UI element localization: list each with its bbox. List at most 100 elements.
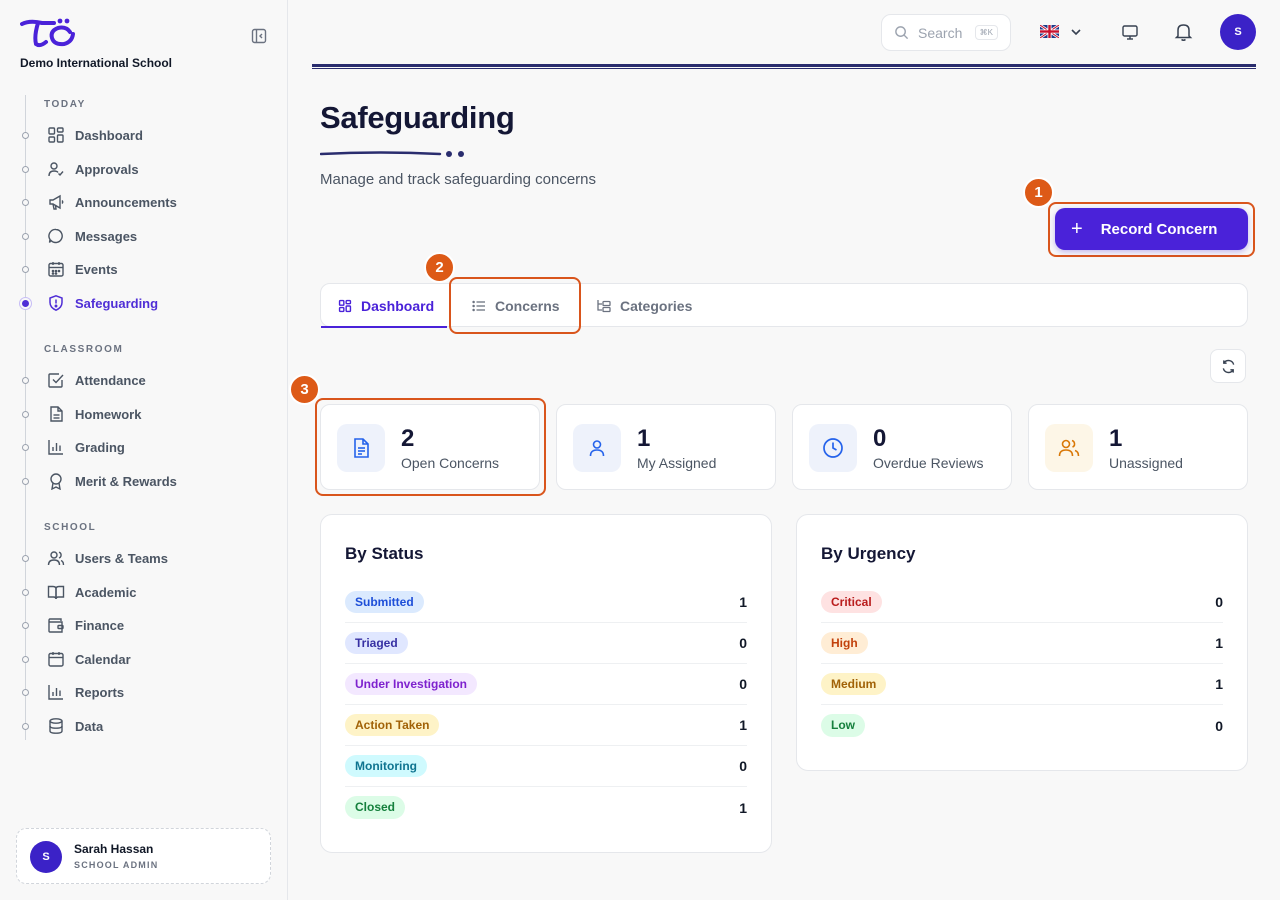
panel-title: By Urgency — [821, 544, 916, 563]
search-placeholder: Search — [918, 24, 963, 41]
status-badge: Triaged — [345, 631, 408, 655]
user-role: SCHOOL ADMIN — [74, 860, 159, 870]
user-icon — [589, 440, 605, 457]
sidebar-item-announcements[interactable]: Announcements — [47, 189, 267, 215]
stat-card-my-assigned[interactable]: 1 My Assigned — [556, 404, 776, 490]
file-text-icon — [47, 405, 65, 423]
chevron-down-icon[interactable] — [1070, 26, 1082, 38]
sidebar-item-calendar[interactable]: Calendar — [47, 646, 267, 672]
database-icon — [47, 717, 65, 735]
sidebar-item-reports[interactable]: Reports — [47, 679, 267, 705]
search-input[interactable]: Search ⌘K — [881, 14, 1011, 51]
sidebar-item-label: Academic — [75, 584, 137, 600]
message-circle-icon — [47, 227, 65, 245]
stat-card-unassigned[interactable]: 1 Unassigned — [1028, 404, 1248, 490]
breakdown-row: Under Investigation 0 — [345, 664, 747, 705]
folder-tree-icon — [597, 299, 611, 313]
row-count: 1 — [739, 717, 747, 733]
users-icon — [1058, 439, 1080, 457]
stat-value: 0 — [873, 425, 887, 452]
stat-card-overdue-reviews[interactable]: 0 Overdue Reviews — [792, 404, 1012, 490]
calendar-icon — [47, 650, 65, 668]
sidebar-item-homework[interactable]: Homework — [47, 401, 267, 427]
checkbox-icon — [47, 371, 65, 389]
page-title: Safeguarding — [320, 100, 515, 135]
stat-value: 1 — [1109, 425, 1123, 452]
calendar-grid-icon — [47, 260, 65, 278]
sidebar-item-approvals[interactable]: Approvals — [47, 156, 267, 182]
stat-label: Unassigned — [1109, 455, 1183, 471]
sidebar-item-dashboard[interactable]: Dashboard — [47, 122, 267, 148]
nav-dot — [22, 555, 29, 562]
user-profile-card[interactable]: S Sarah Hassan SCHOOL ADMIN — [16, 828, 271, 884]
row-count: 0 — [1215, 594, 1223, 610]
refresh-button[interactable] — [1210, 349, 1246, 383]
tab-label: Dashboard — [361, 297, 435, 314]
refresh-icon — [1222, 359, 1234, 373]
by-status-panel: By Status Submitted 1 Triaged 0 Under Invest… — [320, 514, 772, 853]
nav-dot — [22, 478, 29, 485]
nav-dot — [22, 233, 29, 240]
row-count: 0 — [1215, 717, 1223, 734]
breakdown-row: Closed 1 — [345, 787, 747, 828]
tab-concerns[interactable]: Concerns — [472, 284, 560, 327]
stat-card-open-concerns[interactable]: 2 Open Concerns — [320, 404, 540, 490]
record-concern-button[interactable]: + Record Concern — [1055, 208, 1248, 250]
sidebar-item-messages[interactable]: Messages — [47, 223, 267, 249]
sidebar-item-attendance[interactable]: Attendance — [47, 367, 267, 393]
sidebar-item-label: Users & Teams — [75, 550, 168, 566]
page-subtitle: Manage and track safeguarding concerns — [320, 171, 597, 188]
grid-icon — [338, 299, 352, 313]
monitor-icon[interactable] — [1121, 23, 1139, 41]
sidebar-item-label: Merit & Rewards — [75, 473, 177, 489]
nav-dot — [22, 377, 29, 384]
tab-dashboard[interactable]: Dashboard — [321, 284, 447, 328]
title-underline-decoration — [320, 151, 464, 157]
sidebar-item-label: Data — [75, 718, 104, 734]
status-badge: High — [821, 631, 868, 655]
sidebar-item-grading[interactable]: Grading — [47, 434, 267, 460]
nav-dot — [22, 266, 29, 273]
sidebar-item-finance[interactable]: Finance — [47, 612, 267, 638]
sidebar-item-label: Safeguarding — [75, 295, 159, 311]
stat-icon-bg — [1045, 424, 1093, 472]
status-badge: Closed — [345, 796, 406, 819]
grid-icon — [47, 126, 65, 144]
sidebar-item-data[interactable]: Data — [47, 713, 267, 739]
nav-dot — [22, 656, 29, 663]
collapse-sidebar-icon[interactable] — [251, 28, 267, 44]
sidebar-item-label: Announcements — [75, 194, 177, 210]
stat-value: 2 — [401, 425, 415, 452]
sidebar-item-label: Homework — [75, 406, 142, 422]
sidebar-item-label: Grading — [75, 439, 125, 455]
sidebar-item-label: Events — [75, 261, 118, 277]
tab-categories[interactable]: Categories — [597, 284, 692, 327]
nav-dot — [22, 199, 29, 206]
book-open-icon — [47, 583, 65, 601]
nav-dot — [22, 723, 29, 730]
row-count: 1 — [739, 594, 747, 610]
status-badge: Monitoring — [345, 754, 427, 778]
nav-dot — [22, 689, 29, 696]
nav-dot — [22, 411, 29, 418]
section-label-classroom: CLASSROOM — [44, 344, 124, 355]
sidebar-item-label: Finance — [75, 617, 125, 633]
sidebar-item-academic[interactable]: Academic — [47, 579, 267, 605]
breakdown-row: Critical 0 — [821, 582, 1223, 623]
sidebar-item-users[interactable]: Users & Teams — [47, 545, 267, 571]
by-urgency-panel: By Urgency Critical 0 High 1 Medium 1 Low 0 — [796, 514, 1248, 771]
top-avatar[interactable]: S — [1220, 14, 1256, 50]
panel-title: By Status — [345, 544, 424, 563]
uk-flag-icon[interactable] — [1040, 25, 1059, 38]
sidebar-item-merit[interactable]: Merit & Rewards — [47, 468, 267, 494]
logo — [20, 18, 75, 48]
annotation-badge: 1 — [1023, 177, 1054, 208]
sidebar-item-label: Dashboard — [75, 127, 143, 143]
row-count: 0 — [739, 676, 747, 692]
bell-icon[interactable] — [1173, 21, 1194, 42]
sidebar-item-safeguarding[interactable]: Safeguarding — [47, 290, 267, 316]
sidebar-item-events[interactable]: Events — [47, 256, 267, 282]
wallet-icon — [47, 616, 65, 634]
status-badge: Action Taken — [345, 713, 440, 737]
nav-dot — [22, 589, 29, 596]
